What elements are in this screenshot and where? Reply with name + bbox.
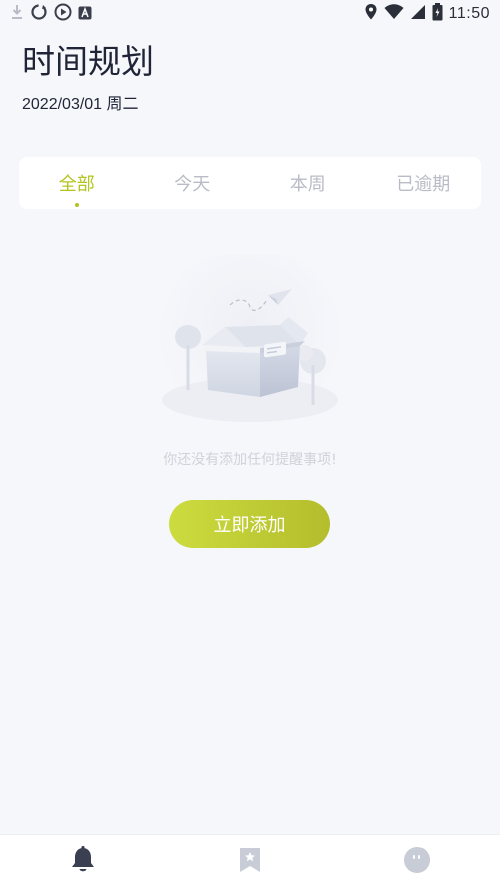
empty-box-illustration — [140, 245, 360, 430]
tab-overdue[interactable]: 已逾期 — [366, 157, 482, 209]
tab-label: 已逾期 — [396, 174, 451, 195]
tab-bar: 全部 今天 本周 已逾期 — [19, 157, 481, 209]
face-icon — [403, 846, 431, 878]
wifi-icon — [384, 4, 404, 24]
a-icon — [78, 5, 92, 24]
sync-icon — [30, 3, 48, 25]
add-now-button[interactable]: 立即添加 — [169, 500, 330, 548]
header: 时间规划 2022/03/01 周二 — [22, 42, 154, 114]
tab-label: 全部 — [58, 174, 95, 195]
nav-item-profile[interactable] — [367, 835, 467, 888]
active-tab-indicator — [74, 203, 79, 207]
tab-all[interactable]: 全部 — [19, 157, 135, 209]
tab-today[interactable]: 今天 — [135, 157, 251, 209]
download-icon — [10, 4, 24, 24]
play-icon — [54, 3, 72, 25]
tab-label: 今天 — [174, 174, 211, 195]
bell-icon — [70, 845, 96, 878]
empty-state-message: 你还没有添加任何提醒事项! — [163, 452, 337, 468]
bottom-nav — [0, 834, 500, 888]
battery-icon — [432, 3, 443, 25]
nav-item-reminders[interactable] — [33, 835, 133, 888]
status-bar: 11:50 — [0, 0, 500, 26]
status-time: 11:50 — [448, 5, 490, 22]
location-icon — [364, 3, 378, 25]
status-right: 11:50 — [364, 3, 490, 25]
status-left — [10, 3, 92, 25]
page-date: 2022/03/01 周二 — [22, 96, 139, 114]
tab-label: 本周 — [289, 174, 326, 195]
signal-icon — [410, 4, 426, 24]
bookmark-icon — [238, 846, 262, 878]
tab-this-week[interactable]: 本周 — [250, 157, 366, 209]
page-title: 时间规划 — [22, 42, 154, 81]
nav-item-bookmarks[interactable] — [200, 835, 300, 888]
